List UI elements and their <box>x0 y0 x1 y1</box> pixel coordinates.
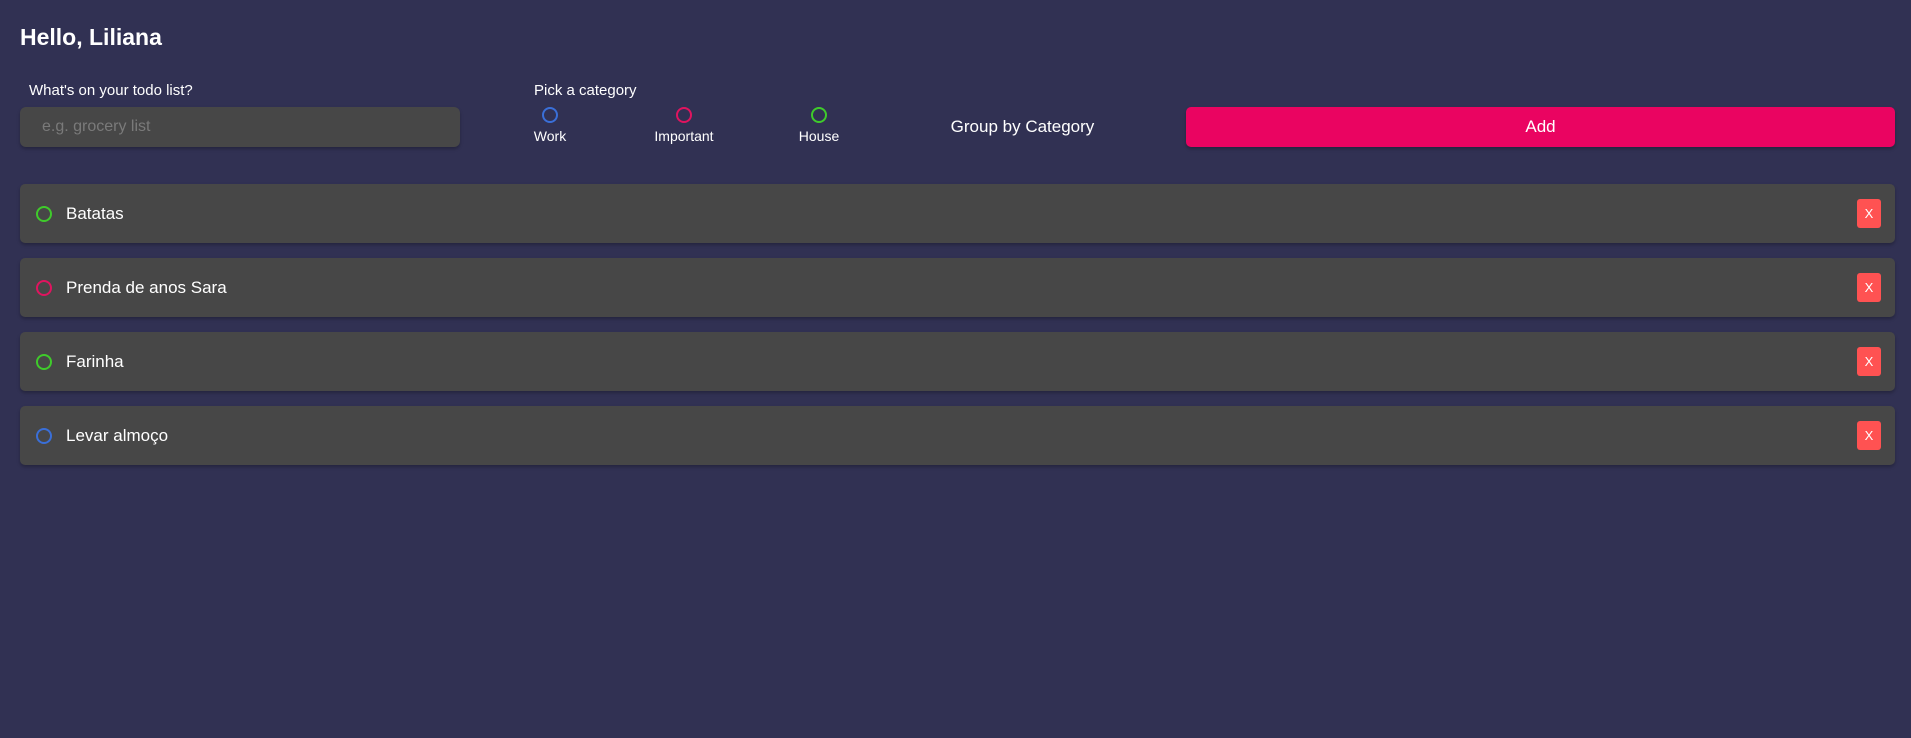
work-label: Work <box>533 128 567 144</box>
todo-item: Prenda de anos Sara X <box>20 258 1895 317</box>
add-button[interactable]: Add <box>1186 107 1895 147</box>
group-by-category-button[interactable]: Group by Category <box>935 107 1110 147</box>
important-label: Important <box>654 128 714 144</box>
category-option-important[interactable]: Important <box>639 107 729 144</box>
delete-button[interactable]: X <box>1857 421 1881 450</box>
todo-item: Farinha X <box>20 332 1895 391</box>
category-option-work[interactable]: Work <box>505 107 595 144</box>
todo-input[interactable] <box>20 107 460 147</box>
todo-category-indicator[interactable] <box>36 427 52 444</box>
todo-text: Batatas <box>66 203 124 223</box>
todo-category-indicator[interactable] <box>36 279 52 296</box>
todo-text: Prenda de anos Sara <box>66 277 227 297</box>
todo-text: Levar almoço <box>66 425 169 445</box>
category-label: Pick a category <box>534 82 637 99</box>
delete-button[interactable]: X <box>1857 347 1881 376</box>
todo-item: Batatas X <box>20 184 1895 243</box>
todo-list: Batatas X Prenda de anos Sara X Farinha … <box>20 184 1895 480</box>
house-radio[interactable] <box>811 107 827 123</box>
work-radio[interactable] <box>542 107 558 123</box>
delete-button[interactable]: X <box>1857 273 1881 302</box>
todo-item: Levar almoço X <box>20 406 1895 465</box>
todo-input-label: What's on your todo list? <box>29 82 193 99</box>
greeting-heading: Hello, Liliana <box>20 24 162 50</box>
todo-category-indicator[interactable] <box>36 353 52 370</box>
todo-category-indicator[interactable] <box>36 205 52 222</box>
important-radio[interactable] <box>676 107 692 123</box>
category-option-house[interactable]: House <box>774 107 864 144</box>
delete-button[interactable]: X <box>1857 199 1881 228</box>
house-label: House <box>798 128 840 144</box>
todo-text: Farinha <box>66 351 124 371</box>
